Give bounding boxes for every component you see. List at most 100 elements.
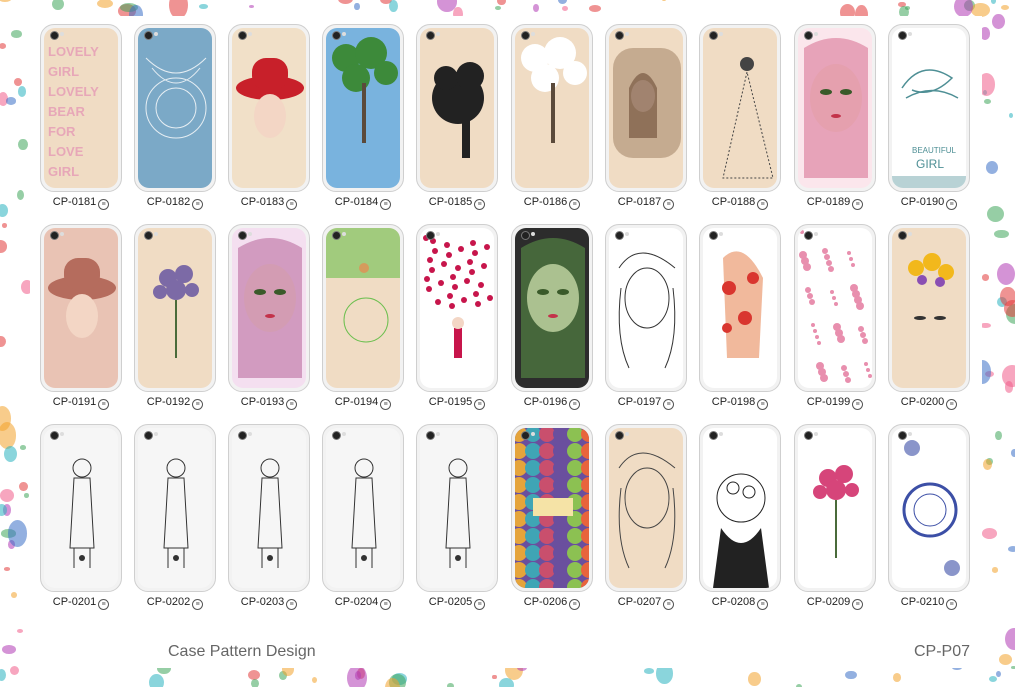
- case-code-label: CP-0182 ≡: [130, 195, 220, 210]
- camera-icon: [804, 31, 813, 40]
- case-code-label: CP-0194 ≡: [318, 395, 408, 410]
- case-artwork: [138, 228, 212, 388]
- case-code: CP-0205: [428, 596, 473, 608]
- flash-icon: [342, 432, 346, 436]
- paint-splash: [995, 431, 1002, 441]
- camera-icon: [898, 31, 907, 40]
- paint-splash: [643, 668, 654, 674]
- phone-case-cp-0208[interactable]: [699, 424, 781, 592]
- camera-icon: [898, 231, 907, 240]
- paint-splash: [18, 86, 27, 97]
- case-code-label: CP-0193 ≡: [224, 395, 314, 410]
- paint-splash: [893, 673, 902, 682]
- phone-case-cp-0194[interactable]: [322, 224, 404, 392]
- catalog-title: Case Pattern Design: [168, 643, 316, 660]
- paint-splash: [589, 4, 602, 12]
- menu-circle-icon: ≡: [380, 399, 392, 410]
- phone-case-cp-0184[interactable]: [322, 24, 404, 192]
- phone-case-cp-0186[interactable]: [511, 24, 593, 192]
- case-code-label: CP-0205 ≡: [412, 595, 502, 610]
- menu-circle-icon: ≡: [380, 199, 392, 210]
- case-artwork: [798, 28, 872, 188]
- camera-icon: [426, 431, 435, 440]
- phone-case-cp-0187[interactable]: [605, 24, 687, 192]
- phone-case-cp-0205[interactable]: [416, 424, 498, 592]
- phone-case-cp-0198[interactable]: [699, 224, 781, 392]
- camera-icon: [50, 431, 59, 440]
- menu-circle-icon: ≡: [852, 399, 864, 410]
- phone-case-cp-0185[interactable]: [416, 24, 498, 192]
- page-frame: LOVELY GIRL LOVELY BEAR FOR LOVE GIRL CP-0181 ≡…: [0, 0, 1015, 687]
- phone-case-cp-0183[interactable]: [228, 24, 310, 192]
- paint-splash: [0, 0, 12, 2]
- phone-case-cp-0193[interactable]: [228, 224, 310, 392]
- case-code: CP-0190: [900, 196, 945, 208]
- case-code: CP-0200: [900, 396, 945, 408]
- phone-case-cp-0192[interactable]: [134, 224, 216, 392]
- paint-splash: [18, 138, 28, 151]
- phone-case-cp-0190[interactable]: BEAUTIFUL GIRL: [888, 24, 970, 192]
- paint-splash: [981, 528, 997, 539]
- case-artwork: [515, 28, 589, 188]
- case-code-label: CP-0184 ≡: [318, 195, 408, 210]
- menu-circle-icon: ≡: [380, 599, 392, 610]
- phone-case-cp-0195[interactable]: [416, 224, 498, 392]
- case-artwork: LOVELY GIRL LOVELY BEAR FOR LOVE GIRL: [44, 28, 118, 188]
- paint-splash: [249, 5, 255, 9]
- menu-circle-icon: ≡: [286, 399, 298, 410]
- case-code-label: CP-0209 ≡: [790, 595, 880, 610]
- phone-case-cp-0196[interactable]: [511, 224, 593, 392]
- paint-splash: [14, 77, 23, 86]
- camera-icon: [709, 431, 718, 440]
- case-code-label: CP-0191 ≡: [36, 395, 126, 410]
- case-artwork: [420, 228, 494, 388]
- paint-splash: [0, 669, 7, 682]
- flash-icon: [908, 432, 912, 436]
- phone-case-cp-0209[interactable]: [794, 424, 876, 592]
- case-code: CP-0184: [334, 196, 379, 208]
- flash-icon: [248, 32, 252, 36]
- paint-splash: [995, 670, 1001, 677]
- case-code: CP-0193: [240, 396, 285, 408]
- paint-splash: [0, 43, 6, 50]
- phone-case-cp-0201[interactable]: [40, 424, 122, 592]
- phone-case-cp-0199[interactable]: [794, 224, 876, 392]
- phone-case-cp-0181[interactable]: LOVELY GIRL LOVELY BEAR FOR LOVE GIRL: [40, 24, 122, 192]
- case-code: CP-0202: [146, 596, 191, 608]
- flash-icon: [60, 32, 64, 36]
- paint-splash: [447, 682, 455, 687]
- case-code-label: CP-0192 ≡: [130, 395, 220, 410]
- paint-splash: [96, 0, 113, 9]
- phone-case-cp-0207[interactable]: [605, 424, 687, 592]
- camera-icon: [50, 31, 59, 40]
- paint-splash: [558, 0, 568, 4]
- phone-case-cp-0200[interactable]: [888, 224, 970, 392]
- phone-case-cp-0188[interactable]: [699, 24, 781, 192]
- paint-splash: [1011, 449, 1015, 457]
- phone-case-cp-0202[interactable]: [134, 424, 216, 592]
- paint-splash: [3, 567, 11, 571]
- paint-splash: [10, 30, 22, 38]
- phone-case-cp-0182[interactable]: [134, 24, 216, 192]
- case-code: CP-0185: [428, 196, 473, 208]
- phone-case-cp-0197[interactable]: [605, 224, 687, 392]
- flash-icon: [625, 432, 629, 436]
- case-code: CP-0189: [806, 196, 851, 208]
- phone-case-cp-0210[interactable]: [888, 424, 970, 592]
- phone-case-cp-0204[interactable]: [322, 424, 404, 592]
- case-code-label: CP-0183 ≡: [224, 195, 314, 210]
- flash-icon: [154, 32, 158, 36]
- case-code: CP-0187: [617, 196, 662, 208]
- svg-text:LOVE: LOVE: [48, 144, 84, 159]
- flash-icon: [814, 432, 818, 436]
- phone-case-cp-0191[interactable]: [40, 224, 122, 392]
- phone-case-cp-0189[interactable]: [794, 24, 876, 192]
- phone-case-cp-0206[interactable]: [511, 424, 593, 592]
- case-code: CP-0209: [806, 596, 851, 608]
- paint-splash: [991, 566, 999, 573]
- svg-text:FOR: FOR: [48, 124, 76, 139]
- menu-circle-icon: ≡: [569, 599, 581, 610]
- paint-splash: [10, 665, 20, 676]
- phone-case-cp-0203[interactable]: [228, 424, 310, 592]
- paint-splash: [149, 673, 165, 687]
